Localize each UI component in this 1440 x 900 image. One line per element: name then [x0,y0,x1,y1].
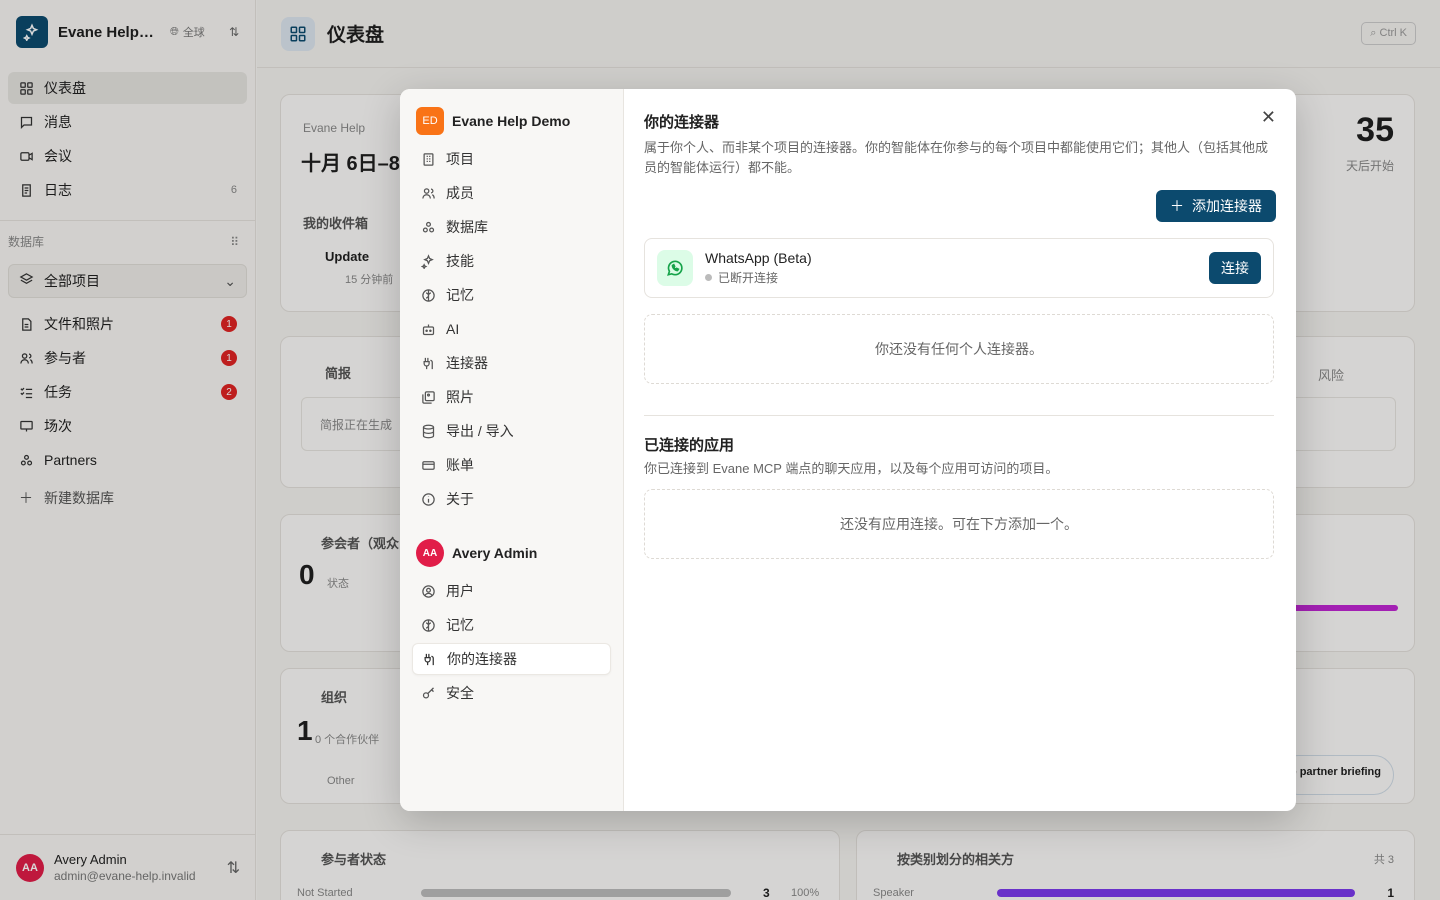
settings-item-export-import[interactable]: 导出 / 导入 [412,415,611,447]
card-icon [420,457,436,473]
key-icon [420,685,436,701]
settings-item-user[interactable]: 用户 [412,575,611,607]
settings-item-label: 项目 [446,151,474,167]
settings-item-label: 安全 [446,685,474,701]
avatar: AA [416,539,444,567]
settings-item-members[interactable]: 成员 [412,177,611,209]
users-icon [420,185,436,201]
settings-item-label: 数据库 [446,219,488,235]
settings-item-user-memory[interactable]: 记忆 [412,609,611,641]
add-connector-label: 添加连接器 [1192,198,1262,214]
building-icon [420,151,436,167]
boxes-icon [420,219,436,235]
settings-item-security[interactable]: 安全 [412,677,611,709]
connect-button[interactable]: 连接 [1209,252,1261,284]
settings-item-label: AI [446,321,460,337]
org-name: Evane Help Demo [452,113,571,129]
org-avatar: ED [416,107,444,135]
settings-item-your-connectors[interactable]: 你的连接器 [412,643,611,675]
connected-apps-title: 已连接的应用 [644,437,735,454]
sparkles-icon [420,253,436,269]
brain-icon [420,287,436,303]
settings-item-label: 账单 [446,457,474,473]
settings-item-label: 记忆 [446,287,474,303]
settings-item-label: 用户 [446,583,474,599]
connector-status: 已断开连接 [705,269,812,286]
bot-icon [420,321,436,337]
settings-item-label: 记忆 [446,617,474,633]
section-title: 你的连接器 [644,114,720,131]
settings-item-label: 技能 [446,253,474,269]
settings-item-skills[interactable]: 技能 [412,245,611,277]
whatsapp-icon [657,250,693,286]
connector-status-label: 已断开连接 [718,271,779,285]
org-header: ED Evane Help Demo [412,105,611,137]
settings-item-ai[interactable]: AI [412,313,611,345]
settings-item-memory[interactable]: 记忆 [412,279,611,311]
add-connector-button[interactable]: ＋ 添加连接器 [1156,190,1276,222]
settings-item-databases[interactable]: 数据库 [412,211,611,243]
settings-item-label: 导出 / 导入 [446,423,514,439]
connector-info: WhatsApp (Beta) 已断开连接 [705,250,812,286]
plug-icon [420,355,436,371]
section-description: 属于你个人、而非某个项目的连接器。你的智能体在你参与的每个项目中都能使用它们；其… [644,140,1269,175]
connected-apps-description: 你已连接到 Evane MCP 端点的聊天应用，以及每个应用可访问的项目。 [644,461,1059,476]
images-icon [420,389,436,405]
personal-connectors-empty: 你还没有任何个人连接器。 [644,314,1274,384]
user-header: AA Avery Admin [412,537,611,569]
settings-item-label: 你的连接器 [447,651,517,667]
brain-icon [420,617,436,633]
status-dot-icon [705,274,712,281]
connector-name: WhatsApp (Beta) [705,250,812,266]
settings-item-label: 照片 [446,389,474,405]
settings-item-projects[interactable]: 项目 [412,143,611,175]
settings-modal: ED Evane Help Demo 项目 成员 数据库 技能 记忆 AI 连接… [400,89,1296,811]
close-icon[interactable]: ✕ [1261,107,1276,128]
settings-item-label: 连接器 [446,355,488,371]
connected-apps-empty: 还没有应用连接。可在下方添加一个。 [644,489,1274,559]
database-icon [420,423,436,439]
settings-item-billing[interactable]: 账单 [412,449,611,481]
user-name: Avery Admin [452,545,538,561]
settings-item-photos[interactable]: 照片 [412,381,611,413]
settings-content: ✕ 你的连接器 属于你个人、而非某个项目的连接器。你的智能体在你参与的每个项目中… [624,89,1296,811]
connector-card-whatsapp: WhatsApp (Beta) 已断开连接 连接 [644,238,1274,298]
plug-icon [421,651,437,667]
settings-item-connectors[interactable]: 连接器 [412,347,611,379]
settings-sidebar: ED Evane Help Demo 项目 成员 数据库 技能 记忆 AI 连接… [400,89,624,811]
info-icon [420,491,436,507]
settings-item-label: 成员 [446,185,474,201]
settings-item-label: 关于 [446,491,474,507]
settings-item-about[interactable]: 关于 [412,483,611,515]
user-circle-icon [420,583,436,599]
plus-icon: ＋ [1170,198,1184,214]
section-divider [644,415,1274,416]
